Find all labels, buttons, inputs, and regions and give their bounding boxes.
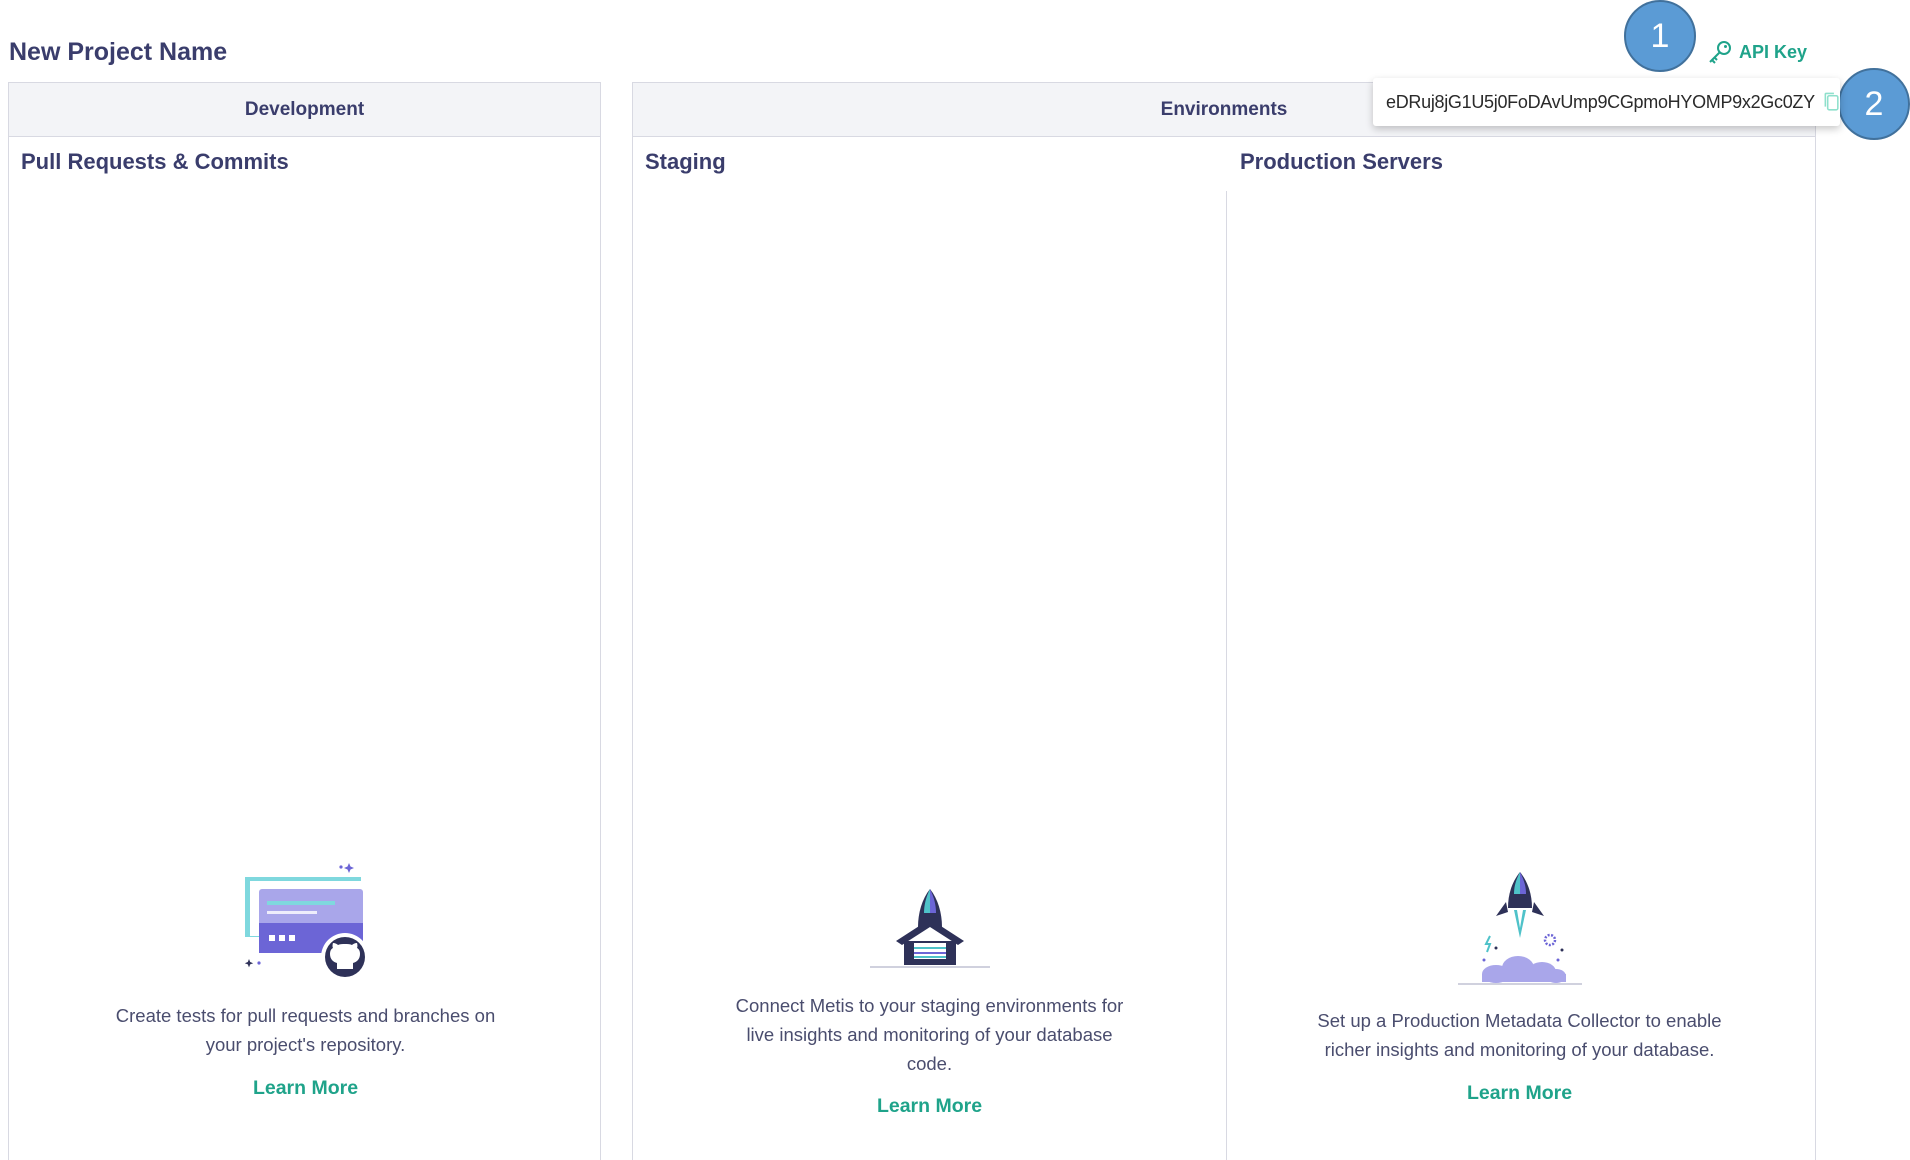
development-header: Development	[9, 83, 600, 137]
api-key-button[interactable]: API Key	[1707, 40, 1807, 64]
staging-card: Connect Metis to your staging environmen…	[693, 885, 1166, 1118]
staging-description-line-3: code.	[906, 1053, 953, 1074]
column-divider	[1226, 191, 1227, 1160]
api-key-value: eDRuj8jG1U5j0FoDAvUmp9CGpmoHYOMP9x2Gc0ZY	[1386, 91, 1815, 112]
staging-learn-more-link[interactable]: Learn More	[877, 1095, 982, 1118]
api-key-popover: eDRuj8jG1U5j0FoDAvUmp9CGpmoHYOMP9x2Gc0ZY	[1373, 78, 1840, 126]
production-description-line-1: Set up a Production Metadata Collector t…	[1317, 1010, 1722, 1031]
pull-requests-card: Create tests for pull requests and branc…	[59, 859, 552, 1100]
pull-requests-learn-more-link[interactable]: Learn More	[253, 1077, 358, 1100]
pull-requests-description-line-1: Create tests for pull requests and branc…	[115, 1005, 496, 1026]
production-servers-card: Set up a Production Metadata Collector t…	[1283, 868, 1756, 1105]
callout-marker-1: 1	[1624, 0, 1696, 72]
staging-description-line-1: Connect Metis to your staging environmen…	[735, 995, 1124, 1016]
page-title: New Project Name	[9, 38, 228, 66]
staging-description-line-2: live insights and monitoring of your dat…	[746, 1024, 1113, 1045]
development-panel: Development Pull Requests & Commits Crea…	[8, 82, 601, 1160]
environments-panel: Environments Staging Production Servers …	[632, 82, 1816, 1160]
staging-title: Staging	[645, 149, 726, 174]
pull-requests-description-line-2: your project's repository.	[205, 1034, 406, 1055]
rocket-hangar-illustration	[869, 889, 990, 968]
callout-marker-2: 2	[1838, 68, 1910, 140]
copy-icon[interactable]	[1823, 89, 1840, 115]
rocket-launch-illustration	[1457, 872, 1582, 985]
production-servers-title: Production Servers	[1240, 149, 1443, 174]
key-icon	[1709, 41, 1731, 64]
production-description-line-2: richer insights and monitoring of your d…	[1324, 1039, 1715, 1060]
repository-illustration	[244, 863, 369, 981]
production-learn-more-link[interactable]: Learn More	[1467, 1082, 1572, 1105]
api-key-label: API Key	[1739, 41, 1808, 62]
pull-requests-title: Pull Requests & Commits	[21, 149, 289, 174]
